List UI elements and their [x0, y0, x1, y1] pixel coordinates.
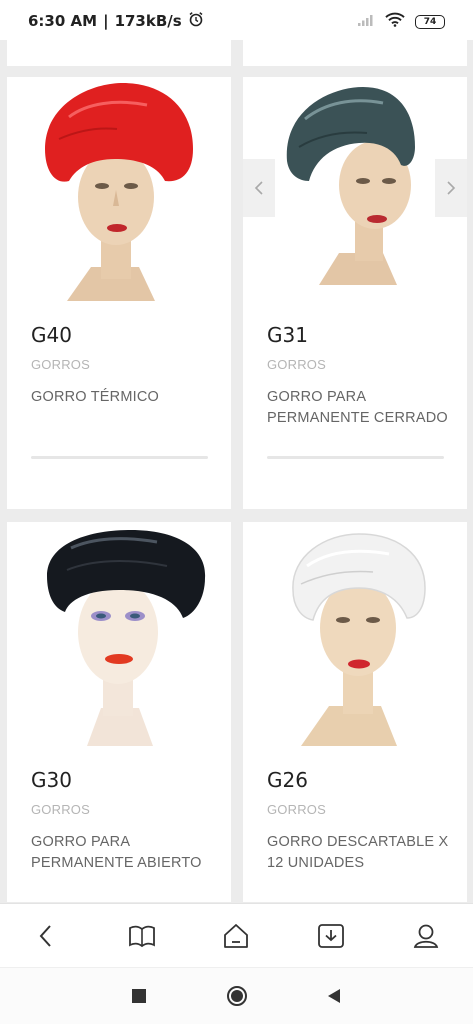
- bottom-toolbar: [0, 903, 473, 967]
- status-right: 74: [357, 12, 445, 32]
- product-card-g40[interactable]: G40 GORROS GORRO TÉRMICO: [7, 77, 231, 509]
- product-image[interactable]: [243, 522, 467, 750]
- back-button[interactable]: [30, 920, 62, 952]
- chevron-right-icon: [447, 181, 456, 195]
- system-back-button[interactable]: [322, 984, 346, 1008]
- product-card-g31[interactable]: G31 GORROS GORRO PARA PERMANENTE CERRADO: [243, 77, 467, 509]
- product-code[interactable]: G40: [31, 323, 72, 347]
- product-image[interactable]: [7, 522, 231, 750]
- product-card-g30[interactable]: G30 GORROS GORRO PARA PERMANENTE ABIERTO: [7, 522, 231, 902]
- recents-square-icon: [132, 989, 146, 1003]
- back-icon: [39, 925, 51, 947]
- carousel-prev-button[interactable]: [243, 159, 275, 217]
- previous-card-left[interactable]: [7, 38, 231, 66]
- status-time: 6:30 AM: [28, 12, 98, 30]
- download-icon: [318, 924, 344, 948]
- product-image[interactable]: [7, 77, 231, 305]
- product-category[interactable]: GORROS: [267, 802, 326, 817]
- product-code[interactable]: G26: [267, 768, 308, 792]
- signal-icon: [357, 13, 375, 32]
- home-icon: [224, 924, 248, 948]
- alarm-icon: [188, 11, 204, 31]
- product-code[interactable]: G31: [267, 323, 308, 347]
- back-triangle-icon: [328, 989, 340, 1003]
- wifi-icon: [385, 12, 405, 32]
- status-left: 6:30 AM | 173kB/s: [28, 11, 204, 31]
- product-image[interactable]: [243, 77, 467, 305]
- card-divider-bar: [267, 456, 444, 459]
- bookmarks-button[interactable]: [126, 920, 158, 952]
- downloads-button[interactable]: [315, 920, 347, 952]
- product-category[interactable]: GORROS: [31, 357, 90, 372]
- product-code[interactable]: G30: [31, 768, 72, 792]
- system-home-button[interactable]: [225, 984, 249, 1008]
- profile-button[interactable]: [410, 920, 442, 952]
- card-divider-bar: [31, 456, 208, 459]
- battery-icon: 74: [415, 15, 445, 29]
- book-icon: [129, 925, 155, 948]
- status-separator: |: [103, 12, 109, 30]
- product-description[interactable]: GORRO DESCARTABLE X 12 UNIDADES: [267, 832, 452, 874]
- product-category[interactable]: GORROS: [31, 802, 90, 817]
- status-bar: 6:30 AM | 173kB/s 74: [0, 0, 473, 40]
- chevron-left-icon: [254, 181, 263, 195]
- home-circle-icon: [227, 986, 247, 1006]
- product-card-g26[interactable]: G26 GORROS GORRO DESCARTABLE X 12 UNIDAD…: [243, 522, 467, 902]
- home-button[interactable]: [220, 920, 252, 952]
- status-speed: 173kB/s: [114, 12, 182, 30]
- product-description[interactable]: GORRO TÉRMICO: [31, 387, 216, 408]
- recents-button[interactable]: [127, 984, 151, 1008]
- product-description[interactable]: GORRO PARA PERMANENTE CERRADO: [267, 387, 452, 429]
- profile-icon: [413, 924, 439, 948]
- previous-card-right[interactable]: [243, 38, 467, 66]
- system-navigation-bar: [0, 967, 473, 1024]
- carousel-next-button[interactable]: [435, 159, 467, 217]
- product-category[interactable]: GORROS: [267, 357, 326, 372]
- product-description[interactable]: GORRO PARA PERMANENTE ABIERTO: [31, 832, 216, 874]
